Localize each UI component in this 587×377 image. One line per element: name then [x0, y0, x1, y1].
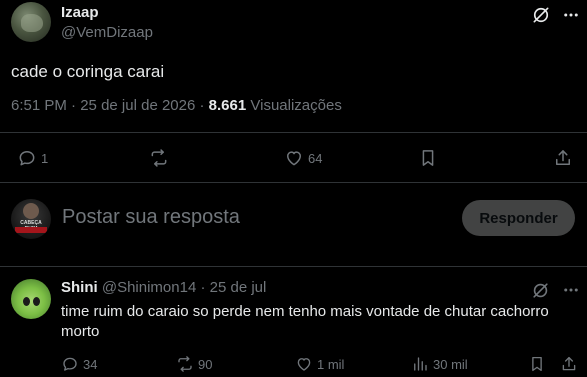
reply-bookmark-button[interactable] [528, 355, 546, 373]
share-icon [556, 150, 570, 165]
current-user-avatar[interactable]: CABEÇA RUIM [11, 199, 51, 239]
reply-date[interactable]: 25 de jul [210, 279, 267, 296]
repost-action-button[interactable] [149, 148, 173, 168]
reply-action-button[interactable]: 1 [17, 148, 48, 168]
views-label: Visualizações [250, 97, 342, 114]
share-icon [562, 356, 576, 371]
heart-icon [287, 151, 301, 166]
share-action-button[interactable] [553, 148, 573, 168]
reply-author-name[interactable]: Shini [61, 279, 98, 296]
reply-repost-button[interactable]: 90 [176, 355, 212, 373]
grok-icon[interactable] [531, 281, 550, 300]
reply-submit-button[interactable]: Responder [462, 200, 575, 236]
like-count: 64 [308, 150, 323, 166]
reply-share-button[interactable] [560, 355, 578, 373]
post-text: cade o coringa carai [11, 62, 165, 81]
more-icon[interactable] [562, 281, 580, 299]
divider [0, 132, 587, 133]
like-action-button[interactable]: 64 [284, 148, 322, 168]
post-meta: 6:51 PM · 25 de jul de 2026 · 8.661 Visu… [11, 97, 342, 114]
reply-author-line: Shini @Shinimon14 · 25 de jul [61, 279, 266, 296]
divider [0, 182, 587, 183]
reply-like-button[interactable]: 1 mil [295, 355, 344, 373]
reply-input[interactable]: Postar sua resposta [62, 206, 240, 229]
meta-separator: · [200, 279, 206, 296]
bookmark-icon [422, 150, 434, 166]
comment-icon [63, 357, 77, 371]
avatar-eye [33, 297, 40, 306]
grok-icon[interactable] [531, 5, 551, 25]
reply-author-avatar[interactable] [11, 279, 51, 319]
reply-comment-button[interactable]: 34 [61, 355, 97, 373]
reply-text: time ruim do caraio so perde nem tenho m… [61, 303, 549, 340]
reply-views-button[interactable]: 30 mil [411, 355, 468, 373]
meta-separator: · [199, 97, 205, 114]
bookmark-icon [532, 356, 542, 372]
reply-like-count: 1 mil [317, 356, 345, 372]
author-avatar[interactable] [11, 2, 51, 42]
avatar-band [15, 227, 47, 233]
post-date[interactable]: 25 de jul de 2026 [80, 97, 195, 114]
author-name[interactable]: Izaap [61, 4, 99, 21]
reply-count: 1 [41, 150, 49, 166]
reply-repost-count: 90 [198, 356, 213, 372]
heart-icon [297, 358, 311, 371]
reply-author-handle[interactable]: @Shinimon14 [102, 279, 196, 296]
meta-separator: · [71, 97, 77, 114]
avatar-eye [23, 297, 30, 306]
more-icon[interactable] [562, 6, 580, 24]
reply-comment-count: 34 [83, 356, 98, 372]
repost-icon [151, 149, 167, 167]
avatar-face [23, 203, 39, 219]
reply-views-count: 30 mil [433, 356, 468, 372]
author-handle[interactable]: @VemDizaap [61, 24, 153, 41]
repost-icon [178, 356, 192, 372]
bookmark-action-button[interactable] [418, 148, 438, 168]
divider [0, 266, 587, 267]
comment-icon [19, 151, 35, 166]
post-time[interactable]: 6:51 PM [11, 97, 67, 114]
views-count: 8.661 [208, 97, 247, 114]
analytics-icon [414, 357, 427, 371]
